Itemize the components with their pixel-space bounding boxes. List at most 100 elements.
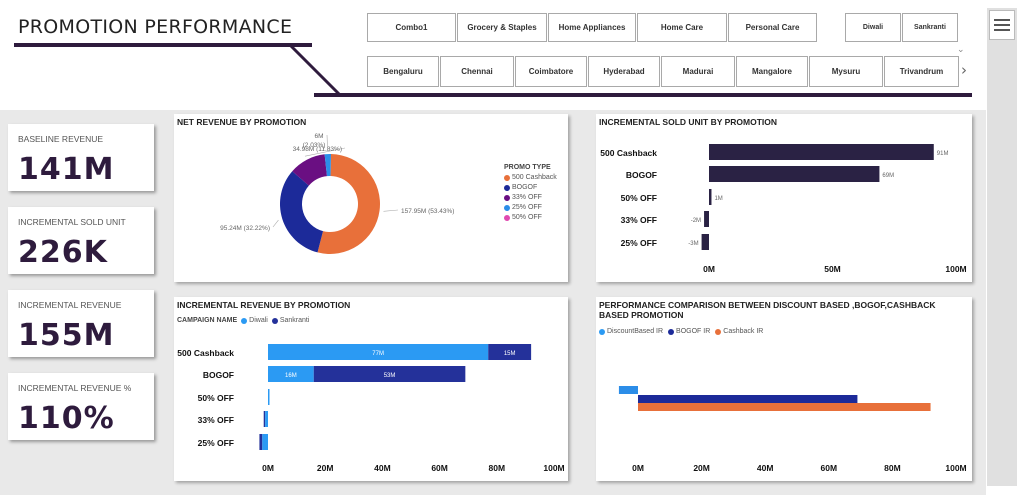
slicer-city-bengaluru[interactable]: Bengaluru (367, 56, 439, 87)
kpi-card-baseline-revenue: BASELINE REVENUE 141M (8, 124, 154, 191)
performance-comparison-panel: PERFORMANCE COMPARISON BETWEEN DISCOUNT … (596, 297, 972, 481)
kpi-card-incremental-revenue: INCREMENTAL REVENUE 155M (8, 290, 154, 357)
axis-tick-label: 50M (824, 264, 841, 274)
axis-tick-label: 60M (821, 463, 838, 473)
legend-item[interactable]: 33% OFF (504, 194, 557, 201)
category-label: 50% OFF (621, 193, 657, 203)
axis-tick-label: 60M (431, 463, 448, 473)
legend-dot-icon (504, 174, 510, 181)
kpi-value: 226K (18, 235, 108, 270)
category-label: 50% OFF (198, 393, 234, 403)
incremental-revenue-chart: 500 Cashback BOGOF 50% OFF 33% OFF 25% OFF 0M… (177, 344, 565, 473)
legend-label: 500 Cashback (512, 174, 557, 181)
data-label: 53M (384, 373, 396, 379)
bar (709, 144, 934, 160)
slicer-campaign-diwali[interactable]: Diwali (845, 13, 901, 42)
category-label: 33% OFF (621, 215, 657, 225)
category-label: 500 Cashback (177, 348, 234, 358)
axis-tick-label: 100M (543, 463, 564, 473)
kpi-card-incremental-revenue-pct: INCREMENTAL REVENUE % 110% (8, 373, 154, 440)
slicer-category-personal-care[interactable]: Personal Care (728, 13, 817, 42)
data-label: 69M (882, 173, 894, 179)
legend-label: BOGOF (512, 184, 538, 191)
slicer-city-mangalore[interactable]: Mangalore (736, 56, 808, 87)
scrollbar-track[interactable] (987, 8, 1017, 486)
axis-tick-label: 80M (489, 463, 506, 473)
slicer-category-home-appliances[interactable]: Home Appliances (548, 13, 636, 42)
net-revenue-panel: NET REVENUE BY PROMOTION 157.95M (53.43%… (174, 114, 568, 282)
slicer-city-mysuru[interactable]: Mysuru (809, 56, 883, 87)
bar (701, 234, 709, 250)
legend-dot-icon (504, 194, 510, 201)
incremental-sold-unit-panel: INCREMENTAL SOLD UNIT BY PROMOTION 500 C… (596, 114, 972, 282)
legend-item[interactable]: 500 Cashback (504, 174, 557, 181)
data-label: -3M (688, 241, 698, 247)
incremental-revenue-panel: INCREMENTAL REVENUE BY PROMOTION CAMPAIG… (174, 297, 568, 481)
category-label: BOGOF (203, 370, 234, 380)
category-label: 33% OFF (198, 415, 234, 425)
slicer-city-coimbatore[interactable]: Coimbatore (515, 56, 587, 87)
comparison-bar (638, 395, 858, 403)
data-label: 15M (504, 351, 516, 357)
bar-diwali (268, 389, 270, 405)
axis-tick-label: 80M (884, 463, 901, 473)
slicer-city-chennai[interactable]: Chennai (440, 56, 514, 87)
performance-comparison-chart: 0M 20M 40M 60M 80M 100M (618, 386, 967, 473)
bar (709, 189, 712, 205)
legend-dot-icon (504, 204, 510, 211)
slicer-category-combo1[interactable]: Combo1 (367, 13, 456, 42)
legend-label: 33% OFF (512, 194, 542, 201)
legend-item[interactable]: BOGOF (504, 184, 557, 191)
bar-sankranti (259, 434, 263, 450)
slice-label: 6M (314, 133, 323, 140)
bar-diwali (265, 411, 268, 427)
axis-tick-label: 40M (374, 463, 391, 473)
incremental-sold-unit-chart: 500 Cashback BOGOF 50% OFF 33% OFF 25% OFF 0M… (600, 144, 967, 274)
axis-tick-label: 0M (632, 463, 644, 473)
chevron-right-icon[interactable]: › (961, 61, 967, 79)
slicer-campaign-sankranti[interactable]: Sankranti (902, 13, 958, 42)
legend-dot-icon (504, 214, 510, 221)
leader-line (383, 209, 399, 212)
title-underline-right (314, 93, 972, 97)
slicer-category-home-care[interactable]: Home Care (637, 13, 727, 42)
axis-tick-label: 0M (262, 463, 274, 473)
hamburger-menu-icon[interactable] (989, 10, 1015, 40)
legend-item[interactable]: 50% OFF (504, 214, 557, 221)
bar-sankranti (263, 411, 266, 427)
category-label: 25% OFF (198, 438, 234, 448)
axis-tick-label: 100M (945, 463, 966, 473)
kpi-value: 110% (18, 401, 115, 436)
slicer-city-trivandrum[interactable]: Trivandrum (884, 56, 959, 87)
bar (709, 166, 880, 182)
kpi-card-incremental-sold-unit: INCREMENTAL SOLD UNIT 226K (8, 207, 154, 274)
axis-tick-label: 20M (693, 463, 710, 473)
axis-tick-label: 40M (757, 463, 774, 473)
slicer-city-hyderabad[interactable]: Hyderabad (588, 56, 660, 87)
chevron-down-icon[interactable]: ⌄ (957, 45, 965, 55)
category-label: 500 Cashback (600, 148, 657, 158)
data-label: 1M (714, 196, 722, 202)
bar (704, 211, 709, 227)
legend-title: PROMO TYPE (504, 164, 551, 171)
slicer-city-madurai[interactable]: Madurai (661, 56, 735, 87)
legend-item[interactable]: 25% OFF (504, 204, 557, 211)
kpi-value: 155M (18, 318, 115, 353)
kpi-label: BASELINE REVENUE (18, 134, 104, 144)
axis-tick-label: 100M (945, 264, 966, 274)
donut-slice (280, 171, 324, 253)
kpi-label: INCREMENTAL REVENUE (18, 300, 122, 310)
page-tabs-bar (0, 495, 986, 501)
kpi-label: INCREMENTAL REVENUE % (18, 383, 132, 393)
slicer-category-grocery[interactable]: Grocery & Staples (457, 13, 547, 42)
slice-label: 157.95M (53.43%) (401, 208, 454, 215)
axis-tick-label: 0M (703, 264, 715, 274)
slice-label: 95.24M (32.22%) (220, 225, 270, 232)
report-canvas: PROMOTION PERFORMANCE Combo1 Grocery & S… (0, 0, 986, 495)
category-label: BOGOF (626, 170, 657, 180)
report-header: PROMOTION PERFORMANCE Combo1 Grocery & S… (0, 0, 986, 110)
leader-line (272, 219, 279, 228)
kpi-value: 141M (18, 152, 115, 187)
legend-label: 50% OFF (512, 214, 542, 221)
data-label: -2M (691, 218, 701, 224)
